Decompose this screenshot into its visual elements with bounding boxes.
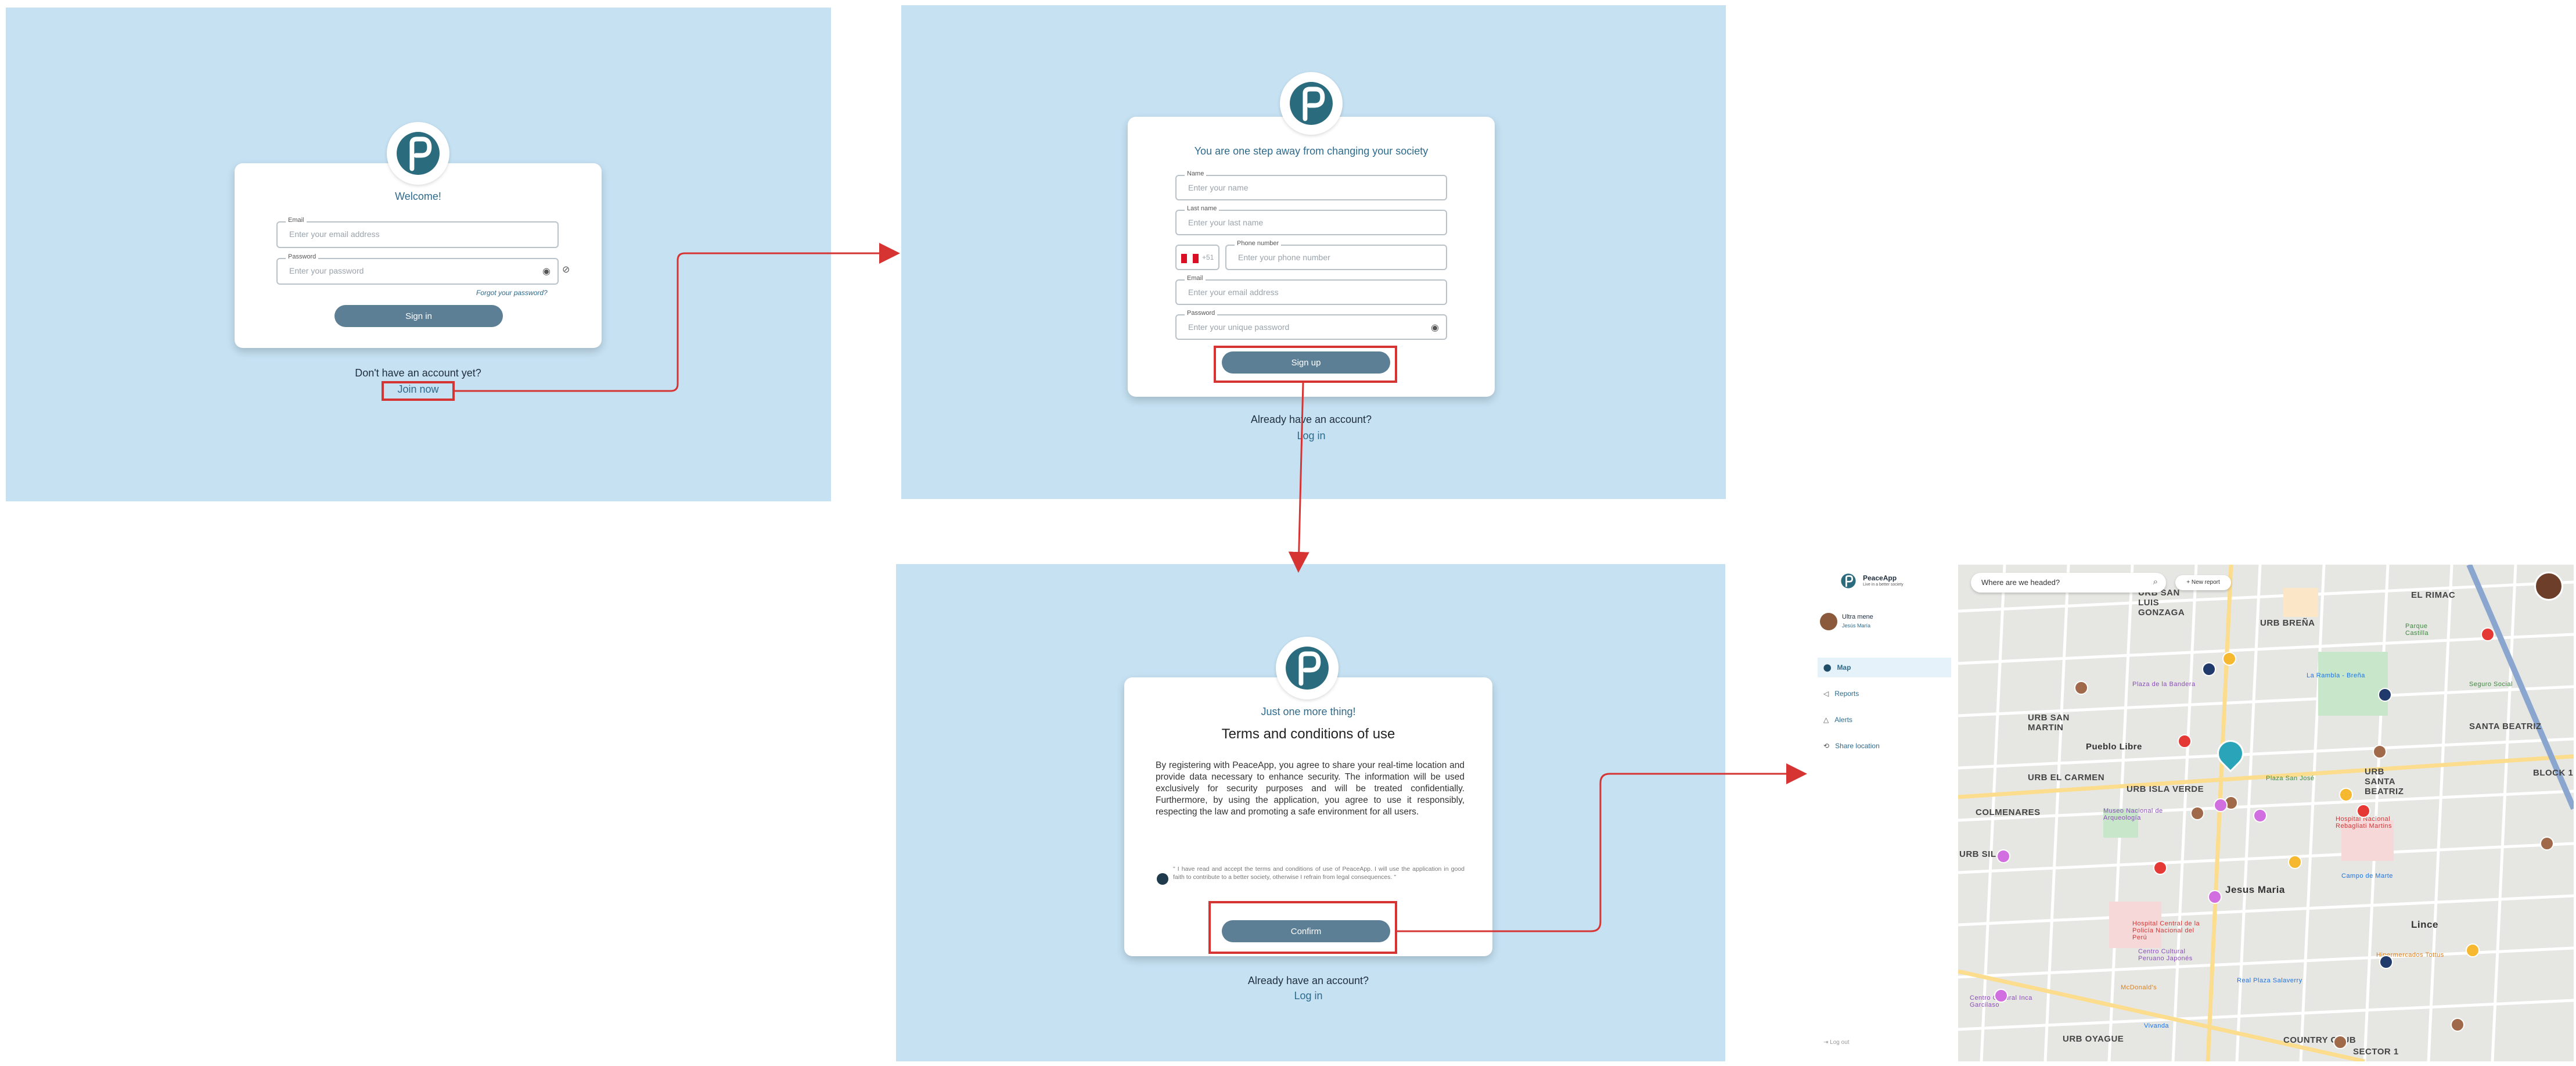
map-label: SANTA BEATRIZ <box>2469 722 2542 731</box>
nav-item-share-location[interactable]: ⟲ Share location <box>1818 736 1951 756</box>
chat-pin-icon[interactable] <box>2253 809 2267 823</box>
nav-label-alerts: Alerts <box>1834 716 1852 724</box>
alert-pin-icon[interactable] <box>2178 734 2192 748</box>
alert-pin-icon[interactable] <box>2153 861 2167 875</box>
user-district: Jesús María <box>1842 623 1871 629</box>
user-pin-icon[interactable] <box>2074 681 2088 695</box>
app-sidebar <box>1812 565 1957 1061</box>
user-pin-icon[interactable] <box>2373 745 2387 759</box>
new-report-button[interactable]: + New report <box>2175 575 2231 590</box>
arrow-to-app <box>1397 763 1807 932</box>
map-label: Hospital Nacional Rebagliati Martins <box>2336 816 2392 830</box>
map-label: Parque Castilla <box>2405 623 2429 637</box>
map-label: Museo Nacional de Arqueología <box>2103 807 2163 821</box>
bell-pin-icon[interactable] <box>2466 943 2480 957</box>
map-label: EL RIMAC <box>2411 590 2456 600</box>
map-label: URB ISLA VERDE <box>2127 784 2204 794</box>
map-label: Hospital Central de la Policía Nacional … <box>2132 920 2200 941</box>
alert-triangle-icon: △ <box>1823 716 1829 724</box>
map-label: URB BREÑA <box>2260 618 2315 628</box>
user-pin-icon[interactable] <box>2333 1035 2347 1049</box>
arrow-to-terms <box>1288 382 1309 573</box>
location-pin-icon[interactable] <box>2202 662 2216 676</box>
map-label: Campo de Marte <box>2341 873 2393 880</box>
map-label: SECTOR 1 <box>2353 1047 2399 1057</box>
bell-pin-icon[interactable] <box>2222 652 2236 666</box>
map-pin-icon: ⬤ <box>1823 663 1832 672</box>
search-placeholder: Where are we headed? <box>1981 578 2060 587</box>
map-label: BLOCK 1 <box>2533 768 2574 778</box>
nav-item-map[interactable]: ⬤ Map <box>1818 658 1951 677</box>
location-pin-icon[interactable] <box>2379 955 2393 969</box>
map-label: URB OYAGUE <box>2063 1034 2124 1044</box>
megaphone-icon: ◁ <box>1823 690 1829 698</box>
user-pin-icon[interactable] <box>2540 837 2554 850</box>
map-label: URB SIL <box>1959 849 1996 859</box>
bell-pin-icon[interactable] <box>2288 855 2302 869</box>
map-label: Jesus Maria <box>2225 884 2285 895</box>
brand-tagline: Live in a better society <box>1863 583 1904 587</box>
search-icon[interactable]: ⌕ <box>2153 577 2158 587</box>
map-label: URB SANTA BEATRIZ <box>2365 767 2404 796</box>
bell-pin-icon[interactable] <box>2339 788 2353 802</box>
logout-label: Log out <box>1830 1039 1850 1046</box>
nav-item-alerts[interactable]: △ Alerts <box>1818 710 1951 730</box>
map-label: Vivanda <box>2144 1022 2170 1029</box>
alert-pin-icon[interactable] <box>2481 627 2495 641</box>
user-avatar[interactable] <box>1820 613 1837 630</box>
map-label: Lince <box>2411 919 2438 930</box>
search-input[interactable]: Where are we headed? ⌕ <box>1971 573 2166 593</box>
map-label: URB SAN MARTIN <box>2028 713 2070 733</box>
brand-name: PeaceApp <box>1863 574 1897 582</box>
map-view[interactable]: URB SAN LUIS GONZAGA URB BREÑA EL RIMAC … <box>1958 565 2574 1061</box>
map-label: Pueblo Libre <box>2086 742 2142 752</box>
nav-label-share: Share location <box>1835 742 1880 750</box>
map-label: COLMENARES <box>1976 807 2041 817</box>
nav-label-map: Map <box>1837 663 1851 672</box>
chat-pin-icon[interactable] <box>1996 849 2010 863</box>
brand-logo-icon <box>1840 572 1857 590</box>
nav-item-reports[interactable]: ◁ Reports <box>1818 684 1951 704</box>
map-label: McDonald's <box>2121 984 2157 991</box>
chat-pin-icon[interactable] <box>1994 989 2008 1003</box>
map-label: Real Plaza Salaverry <box>2237 977 2302 984</box>
logout-icon: ⇥ <box>1823 1039 1830 1046</box>
user-pin-icon[interactable] <box>2451 1018 2465 1032</box>
map-label: Seguro Social <box>2469 681 2513 688</box>
profile-avatar[interactable] <box>2534 572 2563 601</box>
chat-pin-icon[interactable] <box>2214 798 2228 812</box>
arrow-to-signup <box>455 243 900 392</box>
chat-pin-icon[interactable] <box>2208 890 2222 904</box>
user-name: Ultra mene <box>1842 613 1873 620</box>
map-label: La Rambla - Breña <box>2307 672 2365 679</box>
nav-label-reports: Reports <box>1834 690 1859 698</box>
location-pin-icon[interactable] <box>2378 688 2392 702</box>
share-icon: ⟲ <box>1823 742 1830 750</box>
alert-pin-icon[interactable] <box>2356 804 2370 818</box>
user-pin-icon[interactable] <box>2190 806 2204 820</box>
map-label: Plaza de la Bandera <box>2132 681 2196 688</box>
map-label: Centro Cultural Peruano Japonés <box>2138 948 2193 962</box>
map-label: Plaza San José <box>2266 775 2315 782</box>
map-label: URB EL CARMEN <box>2028 773 2105 783</box>
logout-button[interactable]: ⇥ Log out <box>1823 1039 1850 1046</box>
